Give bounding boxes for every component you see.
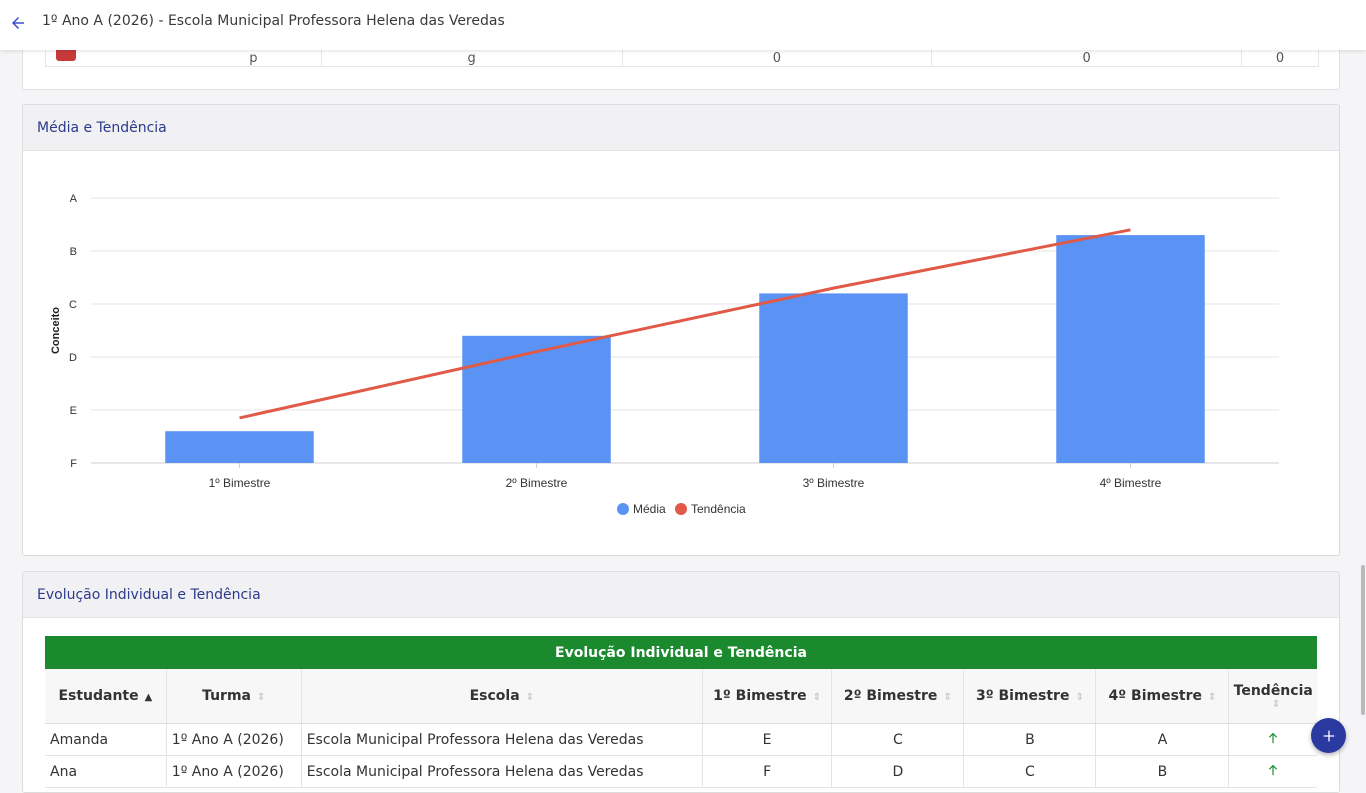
bar: [759, 293, 908, 463]
sort-icon[interactable]: ⇕: [1208, 692, 1216, 703]
cell-estudante: Amanda: [45, 723, 167, 756]
table-row: Amanda 1º Ano A (2026) Escola Municipal …: [45, 723, 1317, 756]
column-header-bimestre-1[interactable]: 1º Bimestre ⇕: [702, 669, 833, 724]
cell-turma: 1º Ano A (2026): [166, 755, 302, 788]
bar: [165, 431, 314, 463]
sort-icon[interactable]: ⇕: [813, 692, 821, 703]
plus-icon: [1323, 730, 1334, 741]
column-header-estudante[interactable]: Estudante ▲: [45, 669, 167, 724]
cell-bimestre-1: E: [702, 723, 833, 756]
sort-icon[interactable]: ⇕: [526, 692, 534, 703]
sort-icon[interactable]: ⇕: [943, 692, 951, 703]
add-button[interactable]: [1311, 718, 1346, 753]
cell-text: p: [249, 51, 258, 66]
legend-swatch: [675, 503, 687, 515]
legend-label: Média: [633, 502, 666, 516]
legend-label: Tendência: [691, 502, 746, 516]
cell-bimestre-3: C: [963, 755, 1097, 788]
cell-bimestre-1: F: [702, 755, 833, 788]
cell-bimestre-2: C: [831, 723, 965, 756]
legend-swatch: [617, 503, 629, 515]
sort-icon[interactable]: ⇕: [1075, 692, 1083, 703]
arrow-left-icon[interactable]: [9, 14, 27, 32]
evolucao-card: Evolução Individual e Tendência Evolução…: [22, 571, 1340, 793]
cell-turma: 1º Ano A (2026): [166, 723, 302, 756]
page-title: 1º Ano A (2026) - Escola Municipal Profe…: [42, 13, 505, 29]
y-tick-label: C: [69, 299, 77, 311]
scrollbar-thumb[interactable]: [1361, 565, 1365, 715]
bar-line-chart: F E D C B A Conceito 1º Bimestre 2º Bimestre 3º B…: [50, 193, 1279, 516]
evolution-table: Evolução Individual e Tendência Estudant…: [45, 636, 1317, 788]
media-tendencia-card: Média e Tendência F E D C B A Conceito 1º Bimes…: [22, 104, 1340, 556]
column-header-escola[interactable]: Escola ⇕: [301, 669, 703, 724]
x-tick-label: 2º Bimestre: [506, 476, 568, 490]
arrow-up-icon: [1269, 732, 1278, 743]
y-tick-label: D: [69, 352, 77, 364]
card-title: Média e Tendência: [23, 105, 1339, 151]
y-tick-label: E: [70, 405, 77, 417]
arrow-up-icon: [1269, 764, 1278, 775]
cell-bimestre-2: D: [831, 755, 965, 788]
x-tick-label: 3º Bimestre: [803, 476, 865, 490]
cell-bimestre-4: A: [1095, 723, 1230, 756]
sort-asc-icon[interactable]: ▲: [145, 692, 153, 703]
cell-estudante: Ana: [45, 755, 167, 788]
chart-area: F E D C B A Conceito 1º Bimestre 2º Bimestre 3º B…: [23, 151, 1339, 555]
column-header-tendencia[interactable]: Tendência ⇕: [1228, 669, 1317, 724]
cell-tendencia: [1228, 723, 1317, 756]
table-row: Ana 1º Ano A (2026) Escola Municipal Pro…: [45, 755, 1317, 788]
column-header-bimestre-2[interactable]: 2º Bimestre ⇕: [831, 669, 965, 724]
table-title: Evolução Individual e Tendência: [45, 636, 1317, 669]
column-header-bimestre-4[interactable]: 4º Bimestre ⇕: [1095, 669, 1230, 724]
y-tick-label: F: [70, 458, 77, 470]
cell-escola: Escola Municipal Professora Helena das V…: [301, 755, 703, 788]
cell-bimestre-4: B: [1095, 755, 1230, 788]
cell-escola: Escola Municipal Professora Helena das V…: [301, 723, 703, 756]
top-bar: 1º Ano A (2026) - Escola Municipal Profe…: [0, 0, 1366, 50]
y-tick-label: B: [70, 246, 77, 258]
sort-icon[interactable]: ⇕: [257, 692, 265, 703]
cell-bimestre-3: B: [963, 723, 1097, 756]
bar: [1056, 235, 1205, 463]
cell-tendencia: [1228, 755, 1317, 788]
card-title: Evolução Individual e Tendência: [23, 572, 1339, 618]
column-header-bimestre-3[interactable]: 3º Bimestre ⇕: [963, 669, 1097, 724]
x-tick-label: 4º Bimestre: [1100, 476, 1162, 490]
x-tick-label: 1º Bimestre: [209, 476, 271, 490]
trend-line: [239, 228, 1131, 420]
y-axis-label: Conceito: [50, 307, 62, 354]
bar: [462, 335, 611, 463]
column-header-turma[interactable]: Turma ⇕: [166, 669, 302, 724]
sort-icon[interactable]: ⇕: [1236, 699, 1316, 710]
y-tick-label: A: [70, 193, 78, 205]
